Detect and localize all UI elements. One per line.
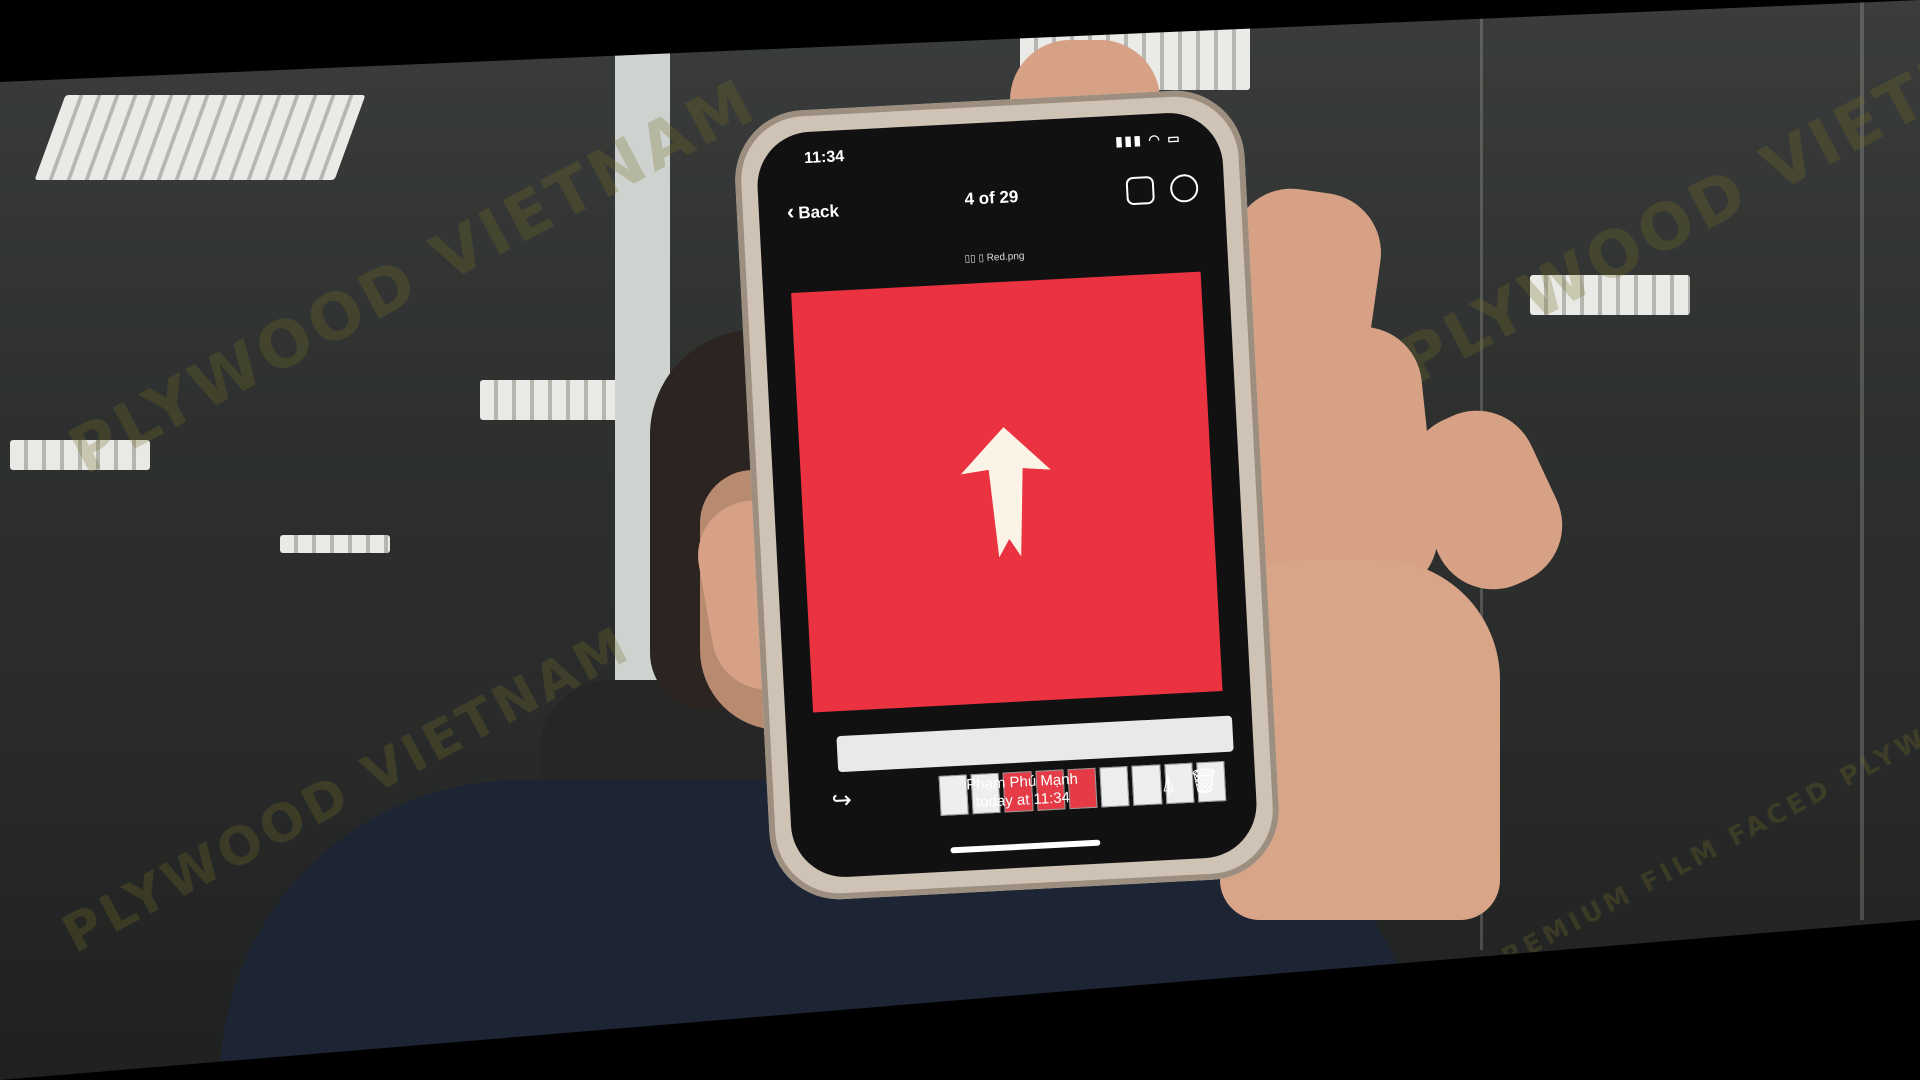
- status-time: 11:34: [803, 148, 845, 168]
- glass-watermark: PLYWOOD VIETNAM: [1387, 0, 1920, 400]
- navigate-icon[interactable]: ⍋: [1160, 770, 1176, 799]
- ceiling-light: [280, 535, 390, 553]
- up-arrow-icon: [960, 427, 1051, 558]
- ceiling-light: [34, 95, 366, 180]
- nav-actions: [1113, 173, 1199, 206]
- displayed-image: [791, 271, 1223, 713]
- status-icons: ▮▮▮ ◠ ▭: [1114, 130, 1182, 149]
- trash-icon[interactable]: 🗑: [1188, 766, 1220, 797]
- glass-watermark: PREMIUM FILM FACED PLYWOOD: [1476, 685, 1920, 985]
- home-indicator: [950, 839, 1101, 854]
- smartphone: 11:34 ▮▮▮ ◠ ▭ ‹ Back 4 of 29 ▯▯ ▯ Red.png: [731, 87, 1283, 903]
- ceiling-light: [480, 380, 620, 420]
- image-filename: ▯▯ ▯ Red.png: [964, 250, 1025, 265]
- live-text-icon[interactable]: [1125, 175, 1155, 206]
- share-icon[interactable]: ↪: [831, 786, 853, 816]
- phone-screen: 11:34 ▮▮▮ ◠ ▭ ‹ Back 4 of 29 ▯▯ ▯ Red.png: [754, 110, 1260, 880]
- photo-scene: PLYWOOD VIETNAM PLYWOOD VIETNAM PLYWOOD …: [0, 0, 1920, 1080]
- more-icon[interactable]: [1169, 173, 1199, 204]
